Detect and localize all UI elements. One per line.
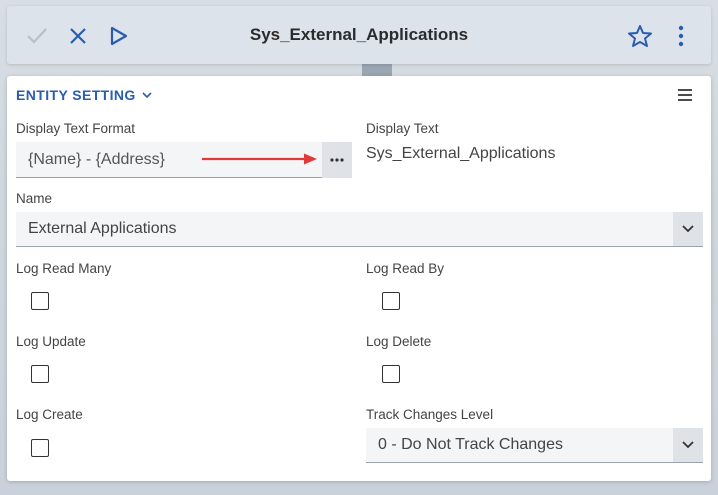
entity-setting-panel: ENTITY SETTING Display Text Format {Name… (7, 76, 711, 481)
display-text-format-value: {Name} - {Address} (28, 150, 165, 168)
track-changes-level-value: 0 - Do Not Track Changes (378, 436, 563, 453)
display-text-format-label: Display Text Format (16, 121, 136, 136)
annotation-arrow-icon (202, 153, 317, 165)
section-header[interactable]: ENTITY SETTING (16, 87, 152, 103)
log-delete-label: Log Delete (366, 334, 432, 349)
section-title: ENTITY SETTING (16, 87, 136, 103)
display-text-value: Sys_External_Applications (366, 145, 556, 162)
ellipsis-button[interactable] (322, 142, 352, 178)
top-toolbar: Sys_External_Applications (7, 6, 711, 64)
name-value: External Applications (28, 220, 177, 237)
log-read-by-checkbox[interactable] (382, 292, 400, 310)
more-vertical-icon[interactable] (667, 22, 695, 50)
log-create-checkbox[interactable] (31, 439, 49, 457)
log-read-many-label: Log Read Many (16, 261, 112, 276)
star-icon[interactable] (626, 22, 654, 50)
track-changes-level-select[interactable]: 0 - Do Not Track Changes (366, 428, 703, 463)
log-delete-checkbox[interactable] (382, 365, 400, 383)
page-title: Sys_External_Applications (249, 25, 469, 44)
track-changes-level-label: Track Changes Level (366, 407, 494, 422)
log-read-many-checkbox[interactable] (31, 292, 49, 310)
log-create-label: Log Create (16, 407, 83, 422)
chevron-down-icon (142, 91, 152, 98)
log-read-by-label: Log Read By (366, 261, 445, 276)
chevron-down-icon[interactable] (673, 428, 703, 462)
log-update-checkbox[interactable] (31, 365, 49, 383)
chevron-down-icon[interactable] (673, 212, 703, 246)
hamburger-menu-icon[interactable] (677, 88, 693, 102)
more-horizontal-icon (330, 158, 344, 162)
log-update-label: Log Update (16, 334, 86, 349)
display-text-label: Display Text (366, 121, 439, 136)
name-label: Name (16, 191, 53, 206)
name-select[interactable]: External Applications (16, 212, 703, 247)
